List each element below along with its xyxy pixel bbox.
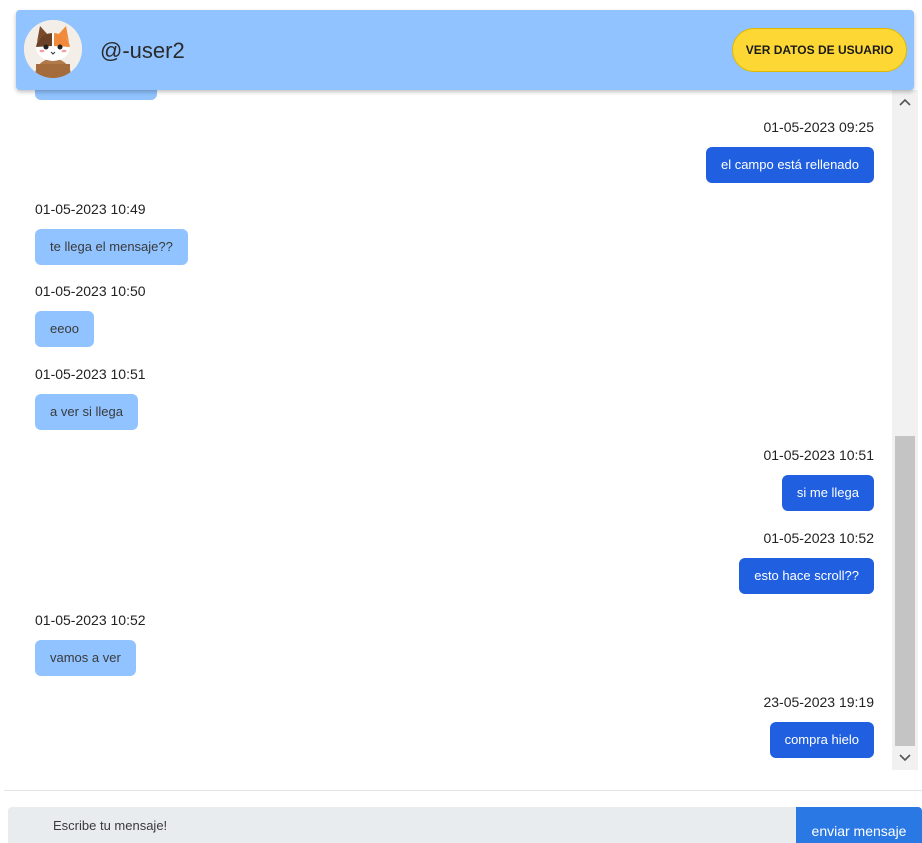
message-item-outgoing: 23-05-2023 19:19 compra hielo — [763, 694, 874, 758]
message-timestamp: 01-05-2023 10:49 — [35, 201, 146, 217]
message-list[interactable]: 01-05-2023 09:25 el campo está rellenado… — [0, 90, 918, 770]
chevron-down-icon[interactable] — [892, 748, 918, 768]
message-item-incoming: 01-05-2023 10:50 eeoo — [35, 283, 146, 347]
message-item-outgoing: 01-05-2023 10:52 esto hace scroll?? — [739, 530, 874, 594]
partial-message-bubble — [35, 90, 157, 100]
message-bubble: vamos a ver — [35, 640, 136, 676]
message-bubble: si me llega — [781, 475, 874, 511]
view-user-data-button[interactable]: VER DATOS DE USUARIO — [732, 28, 907, 72]
message-timestamp: 01-05-2023 10:50 — [35, 283, 146, 299]
message-timestamp: 23-05-2023 19:19 — [763, 694, 874, 710]
message-bubble: esto hace scroll?? — [739, 558, 874, 594]
message-list-scrollbar[interactable] — [892, 90, 918, 770]
message-item-outgoing: 01-05-2023 09:25 el campo está rellenado — [705, 119, 874, 183]
message-bubble: te llega el mensaje?? — [35, 229, 188, 265]
chat-page: @-user2 VER DATOS DE USUARIO 01-05-2023 … — [0, 0, 922, 843]
message-item-incoming: 01-05-2023 10:52 vamos a ver — [35, 612, 146, 676]
message-item-incoming: 01-05-2023 10:51 a ver si llega — [35, 366, 146, 430]
scrollbar-thumb[interactable] — [895, 436, 915, 746]
message-bubble: eeoo — [35, 311, 94, 347]
chat-header: @-user2 VER DATOS DE USUARIO — [16, 10, 914, 90]
chat-username: @-user2 — [100, 38, 185, 63]
message-timestamp: 01-05-2023 10:51 — [763, 447, 874, 463]
message-input[interactable] — [8, 807, 796, 843]
message-timestamp: 01-05-2023 09:25 — [763, 119, 874, 135]
send-message-button[interactable]: enviar mensaje — [796, 807, 922, 843]
message-bubble: a ver si llega — [35, 394, 138, 430]
message-timestamp: 01-05-2023 10:52 — [35, 612, 146, 628]
message-item-incoming: 01-05-2023 10:49 te llega el mensaje?? — [35, 201, 188, 265]
cat-avatar-icon[interactable] — [24, 20, 82, 78]
message-item-outgoing: 01-05-2023 10:51 si me llega — [763, 447, 874, 511]
message-bubble: el campo está rellenado — [705, 147, 874, 183]
composer-divider — [4, 790, 922, 791]
message-timestamp: 01-05-2023 10:51 — [35, 366, 146, 382]
message-bubble: compra hielo — [769, 722, 874, 758]
message-timestamp: 01-05-2023 10:52 — [763, 530, 874, 546]
chevron-up-icon[interactable] — [892, 92, 918, 112]
